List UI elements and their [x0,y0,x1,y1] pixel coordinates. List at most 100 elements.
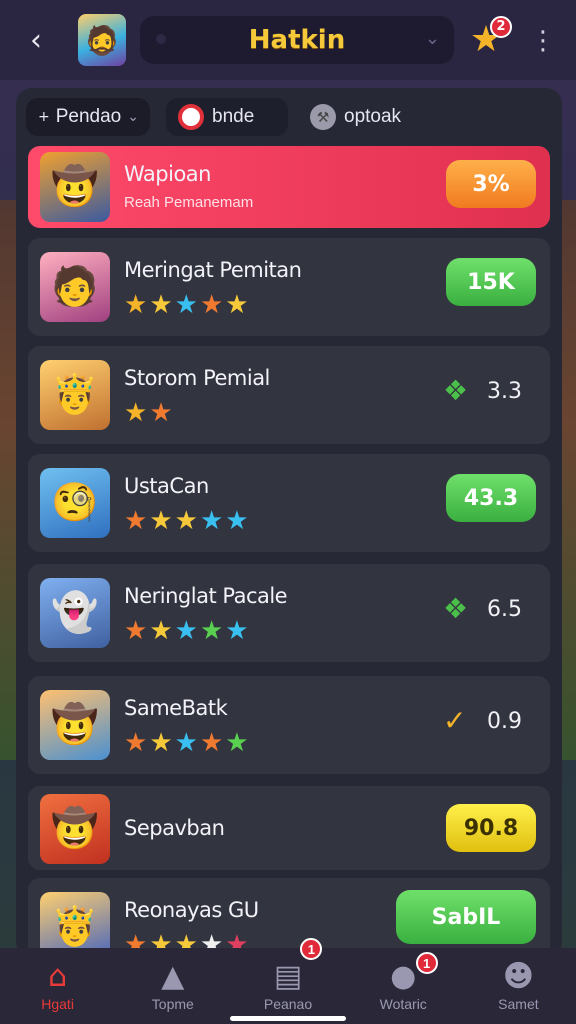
game-thumbnail: 🤴 [40,360,110,430]
notification-badge: 2 [490,16,512,38]
star-icon: ★ [225,616,251,646]
filter-pendao[interactable]: + Pendao ⌄ [26,98,150,136]
star-rating: ★★★★★ [124,616,251,646]
bell-icon: ▲ [161,959,185,994]
nav-label: Wotaric [379,996,427,1012]
star-rating: ★★★★★ [124,506,251,536]
filter-optoak[interactable]: ⚒ optoak [298,98,438,136]
star-rating: ★★ [124,398,175,428]
game-thumbnail: 👻 [40,578,110,648]
star-rating: ★★★★★ [124,290,251,320]
score-value: ✓ 0.9 [443,706,522,736]
user-icon: ☻ [502,959,535,994]
back-arrow-icon[interactable]: ‹ [20,23,52,58]
target-icon [178,104,204,130]
nav-peanao[interactable]: ▤ Peanao 1 [230,938,345,1024]
nav-home[interactable]: ⌂ Hgati [0,948,115,1024]
list-item[interactable]: 🤴 Reonayas GU ★★★★★ SabIL [28,878,550,958]
list-item[interactable]: 🤴 Storom Pemial ★★ ❖ 3.3 [28,346,550,444]
notification-badge: 1 [300,938,323,960]
score-badge: SabIL [396,890,536,944]
plus-icon: + [38,109,50,125]
filter-label: optoak [344,106,402,127]
list-item[interactable]: 🤠 Wapioan Reah Pemanemam 3% [28,146,550,228]
star-notification-icon[interactable]: ★ 2 [466,16,512,60]
chevron-down-icon: ⌄ [424,28,440,49]
nav-label: Peanao [263,996,313,1012]
star-icon: ★ [225,728,251,758]
nav-label: Hgati [41,996,74,1012]
game-thumbnail: 🧑 [40,252,110,322]
score-text: 6.5 [487,596,522,622]
bottom-nav: ⌂ Hgati ▲ Topme ▤ Peanao 1 ● Wotaric 1 ☻… [0,938,576,1024]
list-item[interactable]: 🤠 Sepavban 90.8 [28,786,550,870]
profile-avatar[interactable]: 🧔 [78,14,126,66]
score-text: 0.9 [487,708,522,734]
arrow-icon: ✓ [443,704,467,737]
star-icon: ★ [124,290,150,320]
star-icon: ★ [199,616,226,646]
list-item[interactable]: 👻 Neringlat Pacale ★★★★★ ❖ 6.5 [28,564,550,662]
star-icon: ★ [124,506,150,536]
leaderboard-panel: + Pendao ⌄ bnde ⚒ optoak 🤠 Wapioan Reah … [16,88,562,958]
game-thumbnail: 🤠 [40,794,110,864]
home-indicator [230,1016,346,1021]
star-icon: ★ [124,398,150,428]
star-icon: ★ [174,506,200,536]
score-badge: 43.3 [446,474,536,522]
star-icon: ★ [199,290,226,320]
star-icon: ★ [225,290,251,320]
filter-bnde[interactable]: bnde [166,98,288,136]
game-thumbnail: 🤠 [40,690,110,760]
item-title: Neringlat Pacale [124,584,288,608]
chevron-down-icon: ⌄ [127,109,139,125]
item-title: Storom Pemial [124,366,270,390]
star-icon: ★ [174,728,200,758]
star-icon: ★ [124,728,150,758]
score-badge: 15K [446,258,536,306]
leaf-icon: ❖ [443,592,469,625]
filter-bar: + Pendao ⌄ bnde ⚒ optoak [26,98,552,138]
list-item[interactable]: 🤠 SameBatk ★★★★★ ✓ 0.9 [28,676,550,774]
item-title: Wapioan [124,162,211,186]
item-title: SameBatk [124,696,228,720]
filter-label: bnde [212,106,255,127]
title-selector[interactable]: Hatkin ⌄ [140,16,454,64]
list-item[interactable]: 🧐 UstaCan ★★★★★ 43.3 [28,454,550,552]
nav-topme[interactable]: ▲ Topme [115,948,230,1024]
nav-label: Topme [151,996,194,1012]
score-text: 3.3 [487,378,522,404]
more-options-icon[interactable]: ⋮ [530,24,556,58]
star-icon: ★ [199,506,226,536]
filter-label: Pendao [55,106,122,127]
app-header: ‹ 🧔 Hatkin ⌄ ★ 2 ⋮ [0,0,576,80]
item-title: UstaCan [124,474,209,498]
star-icon: ★ [149,290,175,320]
notification-badge: 1 [415,952,438,974]
star-rating: ★★★★★ [124,728,251,758]
wrench-icon: ⚒ [310,104,336,130]
star-icon: ★ [124,616,150,646]
inbox-icon: ▤ [273,959,303,994]
score-badge: 90.8 [446,804,536,852]
star-icon: ★ [199,728,226,758]
item-title: Reonayas GU [124,898,259,922]
score-value: ❖ 6.5 [443,594,522,624]
star-icon: ★ [174,290,200,320]
game-thumbnail: 🤠 [40,152,110,222]
leaf-icon: ❖ [443,374,469,407]
star-icon: ★ [225,506,251,536]
item-title: Sepavban [124,816,225,840]
item-subtitle: Reah Pemanemam [124,194,254,211]
nav-wotaric[interactable]: ● Wotaric 1 [346,948,461,1024]
star-icon: ★ [149,616,175,646]
item-title: Meringat Pemitan [124,258,302,282]
dot-icon [156,34,166,44]
nav-label: Samet [498,996,539,1012]
list-item[interactable]: 🧑 Meringat Pemitan ★★★★★ 15K [28,238,550,336]
star-icon: ★ [149,398,175,428]
home-icon: ⌂ [48,959,68,994]
nav-samet[interactable]: ☻ Samet [461,948,576,1024]
star-icon: ★ [174,616,200,646]
star-icon: ★ [149,506,175,536]
